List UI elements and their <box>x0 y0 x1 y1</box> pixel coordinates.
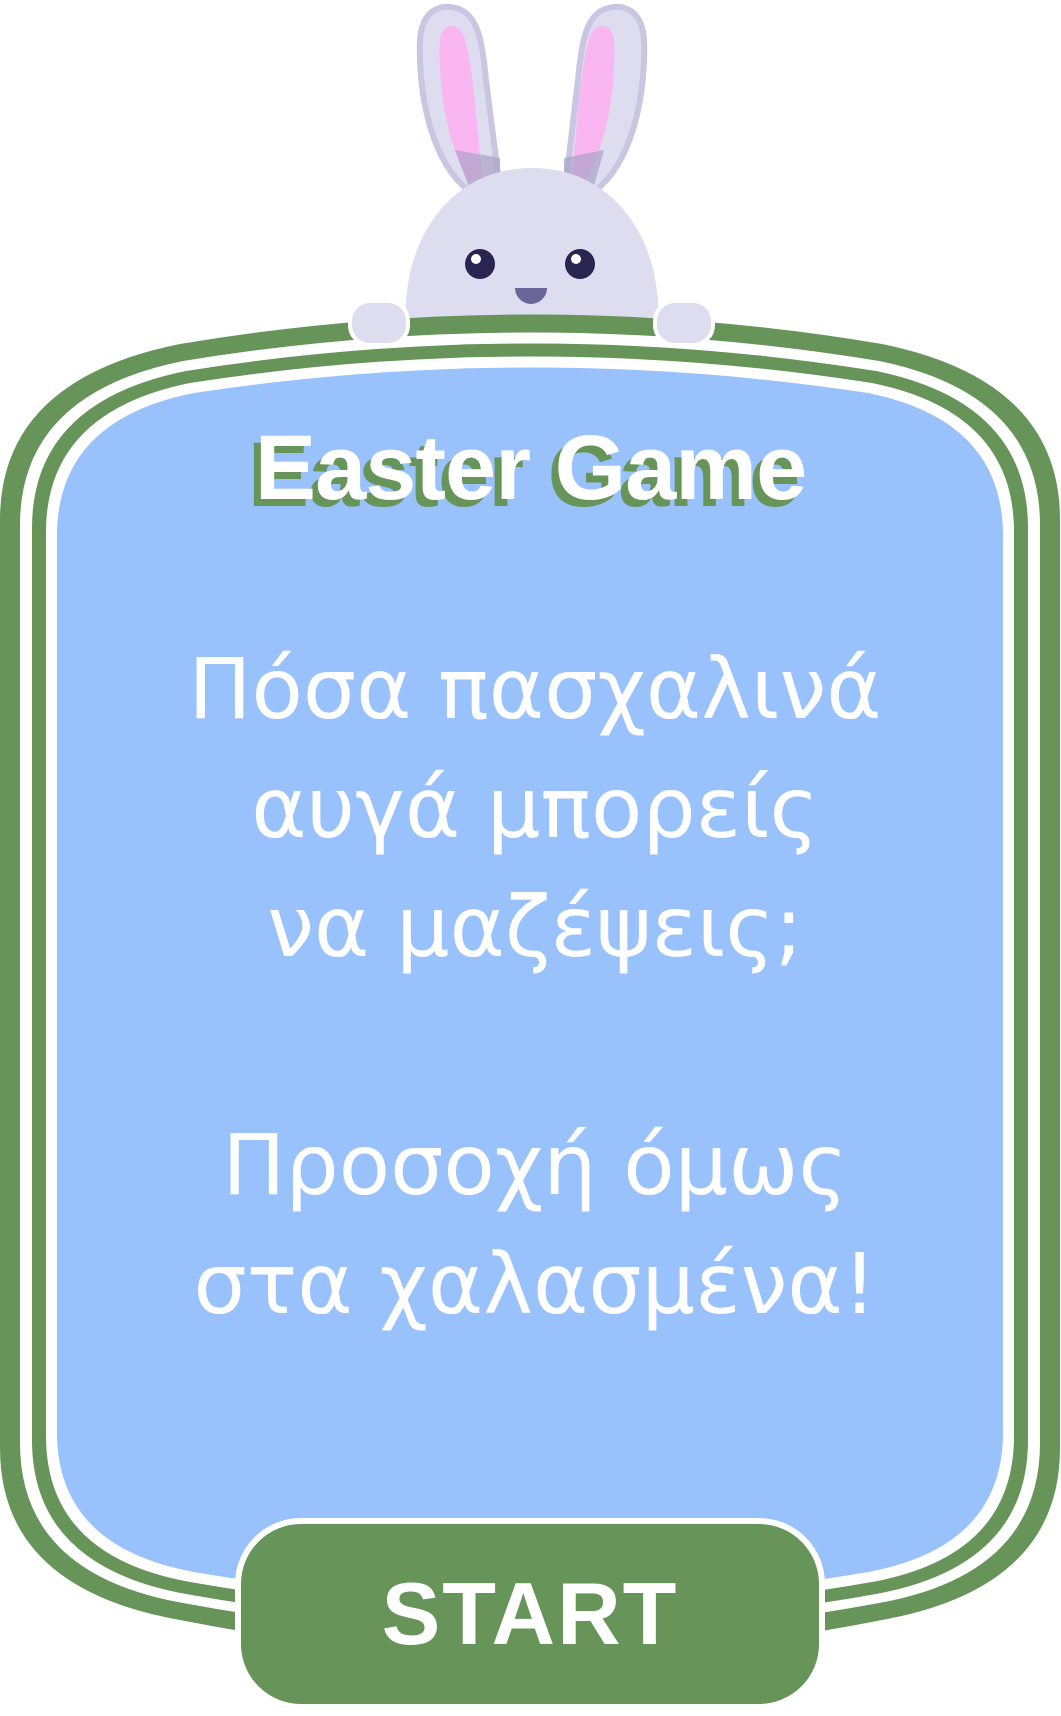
start-screen: Easter Game Πόσα πασχαλινά αυγά μπορείς … <box>0 0 1061 1716</box>
bunny-icon <box>405 3 659 330</box>
instructions-text: Πόσα πασχαλινά αυγά μπορείς να μαζέψεις;… <box>188 640 882 1333</box>
game-title: Easter Game <box>254 417 808 519</box>
start-button-label: START <box>381 1564 679 1663</box>
start-button[interactable]: START <box>235 1518 825 1710</box>
